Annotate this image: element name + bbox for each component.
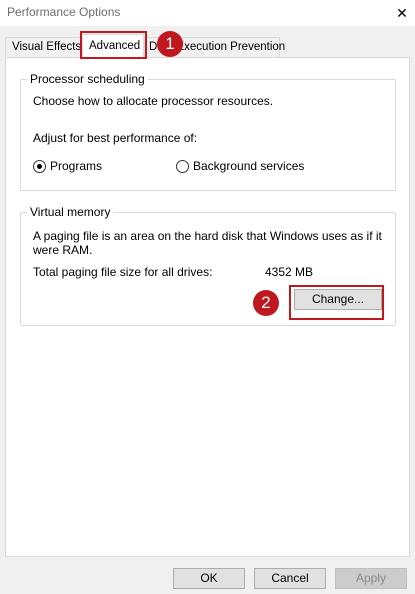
close-button[interactable]: ✕ (389, 0, 415, 26)
tab-visual-effects[interactable]: Visual Effects (5, 37, 82, 57)
background-services-radio-label: Background services (193, 159, 305, 173)
window-title: Performance Options (7, 5, 121, 19)
apply-button[interactable]: Apply (335, 568, 407, 589)
cancel-button[interactable]: Cancel (254, 568, 326, 589)
processor-scheduling-group: Processor scheduling Choose how to alloc… (20, 72, 396, 191)
processor-scheduling-legend: Processor scheduling (27, 72, 148, 86)
virtual-memory-group: Virtual memory A paging file is an area … (20, 205, 396, 326)
tab-advanced[interactable]: Advanced (82, 34, 144, 58)
programs-radio[interactable]: Programs (33, 159, 102, 173)
advanced-panel: Processor scheduling Choose how to alloc… (5, 57, 410, 557)
total-paging-label: Total paging file size for all drives: (33, 265, 213, 279)
title-bar: Performance Options ✕ (0, 0, 415, 26)
vm-description-line1: A paging file is an area on the hard dis… (33, 229, 382, 243)
vm-description-line2: were RAM. (33, 243, 93, 257)
total-paging-value: 4352 MB (265, 265, 314, 279)
programs-radio-label: Programs (50, 159, 103, 173)
adjust-label: Adjust for best performance of: (33, 131, 198, 145)
radio-checked-icon (33, 159, 46, 173)
change-button[interactable]: Change... (294, 289, 382, 310)
step-badge-2: 2 (253, 290, 279, 316)
background-services-radio[interactable]: Background services (176, 159, 304, 173)
processor-description: Choose how to allocate processor resourc… (33, 94, 274, 108)
ok-button[interactable]: OK (173, 568, 245, 589)
step-badge-1: 1 (157, 31, 183, 57)
close-icon: ✕ (396, 4, 408, 21)
virtual-memory-legend: Virtual memory (27, 205, 114, 219)
radio-unchecked-icon (176, 159, 189, 173)
